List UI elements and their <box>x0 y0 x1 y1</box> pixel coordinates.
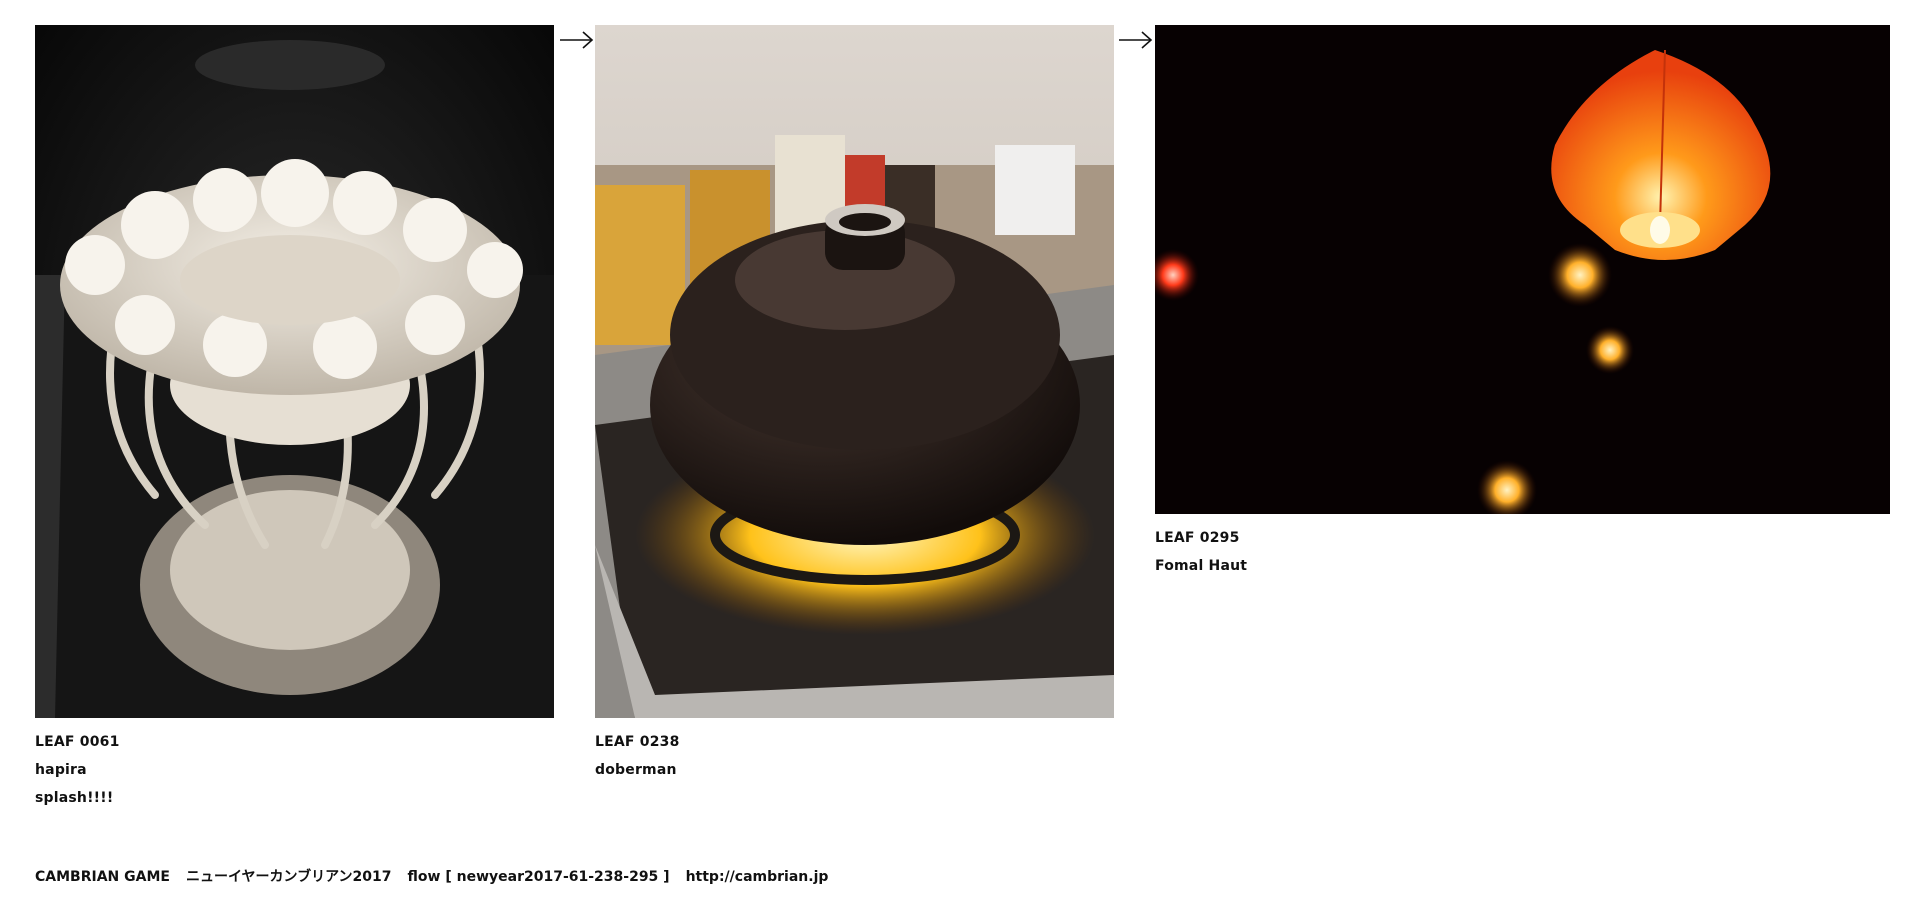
leaf-caption: splash!!!! <box>35 790 114 806</box>
leaf-image-sky-lanterns[interactable] <box>1155 25 1890 514</box>
leaf-author: hapira <box>35 762 87 778</box>
leaf-card-0238: LEAF 0238 doberman <box>595 25 1114 784</box>
footer-event-title: ニューイヤーカンブリアン2017 <box>185 869 392 885</box>
right-arrow-icon <box>1119 31 1153 49</box>
leaf-card-0061: LEAF 0061 hapira splash!!!! <box>35 25 554 812</box>
footer: CAMBRIAN GAME ニューイヤーカンブリアン2017 flow [ newy… <box>35 866 844 886</box>
leaf-image-coral-sculpture[interactable] <box>35 25 554 718</box>
leaf-card-0295: LEAF 0295 Fomal Haut <box>1155 25 1890 580</box>
leaf-id: LEAF 0238 <box>595 734 680 750</box>
footer-game-name: CAMBRIAN GAME <box>35 869 170 885</box>
footer-url-link[interactable]: http://cambrian.jp <box>686 869 829 885</box>
leaf-id: LEAF 0061 <box>35 734 120 750</box>
right-arrow-icon <box>560 31 594 49</box>
leaf-author: Fomal Haut <box>1155 558 1248 574</box>
leaf-image-clay-pot[interactable] <box>595 25 1114 718</box>
footer-flow: flow [ newyear2017-61-238-295 ] <box>407 869 670 885</box>
leaf-author: doberman <box>595 762 677 778</box>
leaf-id: LEAF 0295 <box>1155 530 1240 546</box>
